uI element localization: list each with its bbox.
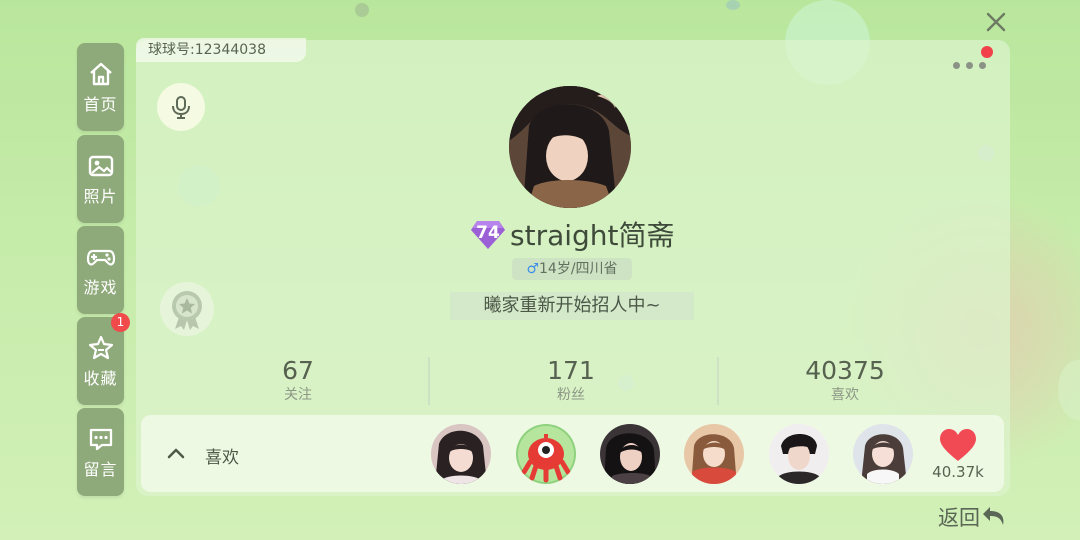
sidebar-item-label: 收藏 xyxy=(83,369,118,388)
stat-label: 关注 xyxy=(284,387,312,403)
level-number: 74 xyxy=(476,223,500,243)
stat-divider xyxy=(717,357,719,405)
achievement-medal[interactable] xyxy=(160,282,214,336)
stat-followers[interactable]: 171 粉丝 xyxy=(471,355,671,403)
sidebar-item-photos[interactable]: 照片 xyxy=(77,135,124,223)
sidebar-item-label: 照片 xyxy=(83,187,118,206)
avatar-photo xyxy=(600,424,660,484)
gender-age-location: ♂14岁/四川省 xyxy=(512,258,632,280)
sidebar-item-label: 游戏 xyxy=(83,278,118,297)
heart-icon xyxy=(940,429,976,461)
ball-id-label: 球球号:12344038 xyxy=(136,38,306,62)
sidebar-item-games[interactable]: 游戏 xyxy=(77,226,124,314)
medal-icon xyxy=(172,291,202,330)
profile-avatar[interactable] xyxy=(509,86,631,208)
microphone-icon xyxy=(172,96,190,119)
star-icon xyxy=(86,333,116,363)
stat-label: 粉丝 xyxy=(557,387,585,403)
photo-icon xyxy=(86,151,116,181)
notification-dot xyxy=(981,46,993,58)
stat-value: 171 xyxy=(547,356,595,385)
name-row: 74 straight简斋 xyxy=(470,215,675,253)
back-arrow-icon xyxy=(983,507,1004,525)
back-label: 返回 xyxy=(938,506,980,530)
sidebar-item-home[interactable]: 首页 xyxy=(77,43,124,131)
avatar-photo xyxy=(509,86,631,208)
stat-likes[interactable]: 40375 喜欢 xyxy=(745,355,945,403)
liker-avatar[interactable] xyxy=(769,424,829,484)
profile-signature: 曦家重新开始招人中~ xyxy=(450,292,694,320)
avatar-photo xyxy=(853,424,913,484)
sidebar-item-label: 首页 xyxy=(83,95,118,114)
male-icon: ♂ xyxy=(526,261,540,277)
more-options-button[interactable] xyxy=(950,56,990,74)
liker-avatar[interactable] xyxy=(853,424,913,484)
stat-following[interactable]: 67 关注 xyxy=(198,355,398,403)
age-location-text: 14岁/四川省 xyxy=(539,261,618,277)
expand-likes-button[interactable] xyxy=(165,442,187,464)
more-dot xyxy=(979,62,986,69)
stat-divider xyxy=(428,357,430,405)
stat-value: 67 xyxy=(282,356,314,385)
sidebar-item-messages[interactable]: 留言 xyxy=(77,408,124,496)
like-count: 40.37k xyxy=(932,463,984,481)
gamepad-icon xyxy=(86,242,116,272)
background-bubble xyxy=(1058,360,1080,420)
background-bubble xyxy=(355,3,369,17)
stat-value: 40375 xyxy=(805,356,885,385)
chevron-up-icon xyxy=(167,448,185,459)
voice-button[interactable] xyxy=(157,83,205,131)
liker-avatar[interactable] xyxy=(516,424,576,484)
like-heart-button[interactable] xyxy=(938,428,978,462)
liker-avatar[interactable] xyxy=(684,424,744,484)
avatar-photo xyxy=(769,424,829,484)
message-icon xyxy=(86,424,116,454)
close-icon xyxy=(986,12,1006,32)
home-icon xyxy=(86,59,116,89)
likes-label: 喜欢 xyxy=(205,448,239,468)
close-button[interactable] xyxy=(982,8,1010,36)
avatar-photo xyxy=(431,424,491,484)
liker-avatar[interactable] xyxy=(600,424,660,484)
avatar-photo xyxy=(516,424,576,484)
liker-avatar[interactable] xyxy=(431,424,491,484)
back-button[interactable]: 返回 xyxy=(938,502,1008,532)
stat-label: 喜欢 xyxy=(831,387,859,403)
avatar-photo xyxy=(684,424,744,484)
notification-badge: 1 xyxy=(111,313,130,332)
more-dot xyxy=(966,62,973,69)
more-dot xyxy=(953,62,960,69)
sidebar-item-label: 留言 xyxy=(83,460,118,479)
nickname: straight简斋 xyxy=(510,219,675,252)
level-badge: 74 xyxy=(470,218,506,250)
background-bubble xyxy=(726,0,740,10)
